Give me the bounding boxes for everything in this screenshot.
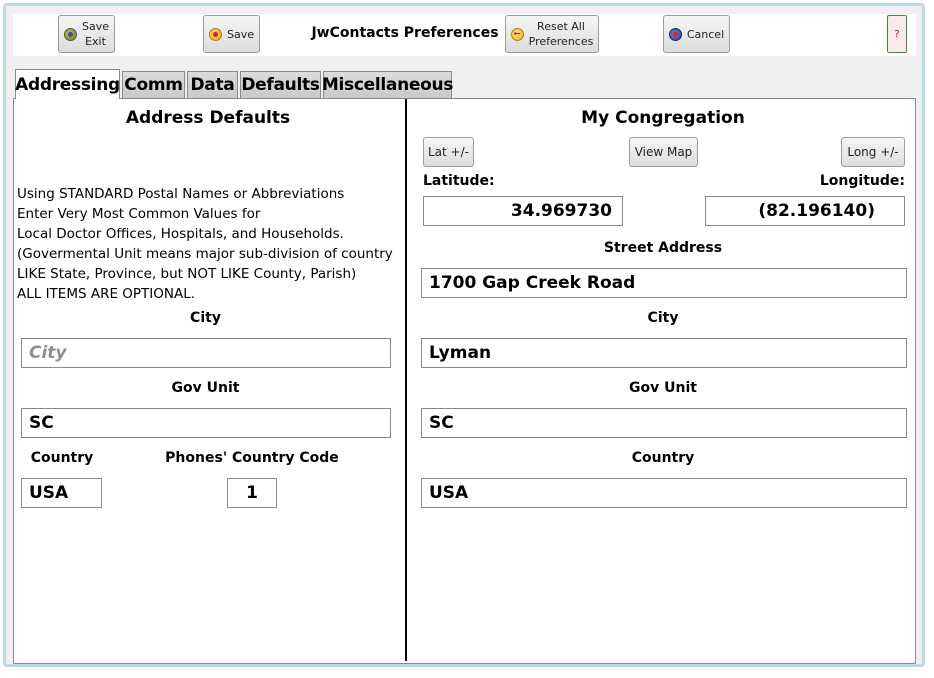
phone-country-code-label: Phones' Country Code xyxy=(165,450,339,466)
save-exit-button[interactable]: Save Exit xyxy=(58,15,115,53)
long-toggle-button[interactable]: Long +/- xyxy=(841,137,905,167)
save-exit-label-line1: Save xyxy=(81,20,109,33)
tab-miscellaneous[interactable]: Miscellaneous xyxy=(322,71,453,98)
address-defaults-heading: Address Defaults xyxy=(125,108,291,128)
address-defaults-instructions: Using STANDARD Postal Names or Abbreviat… xyxy=(17,184,402,304)
tab-defaults[interactable]: Defaults xyxy=(240,71,321,98)
cancel-button[interactable]: Cancel xyxy=(663,15,730,53)
instruction-line: ALL ITEMS ARE OPTIONAL. xyxy=(17,286,196,302)
latitude-label: Latitude: xyxy=(423,173,495,189)
reset-all-preferences-button[interactable]: ← Reset All Preferences xyxy=(505,15,599,53)
instruction-line: (Govermental Unit means major sub-divisi… xyxy=(17,246,393,262)
congregation-city-input[interactable]: Lyman xyxy=(421,338,907,368)
instruction-line: LIKE State, Province, but NOT LIKE Count… xyxy=(17,266,357,282)
congregation-city-label: City xyxy=(647,310,679,326)
instruction-line: Enter Very Most Common Values for xyxy=(17,206,261,222)
phone-country-code-input[interactable]: 1 xyxy=(227,478,277,508)
congregation-country-input[interactable]: USA xyxy=(421,478,907,508)
cancel-icon xyxy=(668,27,682,41)
save-label: Save xyxy=(226,27,254,41)
default-country-input[interactable]: USA xyxy=(21,478,102,508)
toolbar: Save Exit Save JwContacts Preferences ← … xyxy=(13,14,916,56)
save-icon xyxy=(208,27,222,41)
lat-toggle-button[interactable]: Lat +/- xyxy=(423,137,474,167)
default-country-label: Country xyxy=(30,450,94,466)
tab-comm[interactable]: Comm xyxy=(122,71,185,98)
congregation-gov-unit-input[interactable]: SC xyxy=(421,408,907,438)
cancel-label: Cancel xyxy=(686,27,725,41)
street-address-input[interactable]: 1700 Gap Creek Road xyxy=(421,268,907,298)
longitude-input[interactable]: (82.196140) xyxy=(705,196,905,226)
default-city-label: City xyxy=(190,310,221,326)
instruction-line: Using STANDARD Postal Names or Abbreviat… xyxy=(17,186,345,202)
view-map-button[interactable]: View Map xyxy=(629,137,698,167)
default-gov-unit-input[interactable]: SC xyxy=(21,408,391,438)
congregation-gov-unit-label: Gov Unit xyxy=(629,380,697,396)
reset-label-line2: Preferences xyxy=(528,35,594,48)
street-address-label: Street Address xyxy=(603,240,723,256)
instruction-line: Local Doctor Offices, Hospitals, and Hou… xyxy=(17,226,344,242)
default-gov-unit-label: Gov Unit xyxy=(171,380,240,396)
reset-label-line1: Reset All xyxy=(537,20,585,33)
congregation-country-label: Country xyxy=(631,450,695,466)
reset-arrow-icon: ← xyxy=(510,27,524,41)
window-title: JwContacts Preferences xyxy=(311,25,499,41)
save-button[interactable]: Save xyxy=(203,15,260,53)
help-button[interactable]: ? xyxy=(887,15,907,53)
save-exit-icon xyxy=(63,27,77,41)
latitude-input[interactable]: 34.969730 xyxy=(423,196,623,226)
longitude-label: Longitude: xyxy=(819,173,905,189)
my-congregation-heading: My Congregation xyxy=(581,108,745,128)
tab-data[interactable]: Data xyxy=(187,71,238,98)
default-city-input[interactable]: City xyxy=(21,338,391,368)
save-exit-label-line2: Exit xyxy=(85,35,106,48)
tab-addressing[interactable]: Addressing xyxy=(15,69,120,99)
panel-divider xyxy=(405,99,407,661)
